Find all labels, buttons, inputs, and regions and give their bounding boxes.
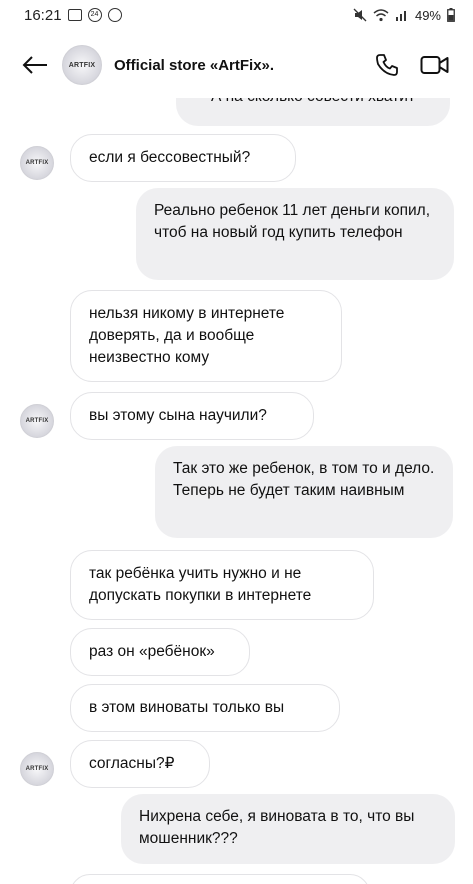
- status-bar: 16:21 24 49%: [0, 0, 473, 30]
- avatar-logo-text: ARTFIX: [68, 61, 96, 69]
- message-bubble-incoming[interactable]: раз он «ребёнок»: [70, 628, 250, 676]
- notification-badge-icon: 24: [87, 8, 102, 22]
- chat-title[interactable]: Official store «ArtFix».: [114, 57, 367, 74]
- message-bubble-incoming-partial[interactable]: [70, 874, 370, 884]
- sender-avatar[interactable]: ARTFIX: [20, 752, 54, 786]
- battery-percent: 49%: [414, 7, 441, 23]
- status-right: 49%: [353, 8, 455, 23]
- avatar-logo-text: ARTFIX: [25, 418, 49, 424]
- sender-avatar[interactable]: ARTFIX: [20, 146, 54, 180]
- message-bubble-incoming[interactable]: в этом виноваты только вы: [70, 684, 340, 732]
- signal-icon: [395, 11, 406, 21]
- chat-thread[interactable]: А на сколько совести хватит ARTFIX если …: [0, 98, 473, 884]
- avatar-logo-text: ARTFIX: [25, 160, 49, 166]
- avatar-logo-text: ARTFIX: [25, 766, 49, 772]
- sender-avatar[interactable]: ARTFIX: [20, 404, 54, 438]
- message-bubble-outgoing[interactable]: Реально ребенок 11 лет деньги копил, что…: [136, 188, 454, 280]
- back-button[interactable]: [18, 48, 52, 82]
- message-bubble-outgoing[interactable]: А на сколько совести хватит: [176, 98, 450, 126]
- mute-icon: [353, 8, 367, 22]
- chat-header: ARTFIX Official store «ArtFix».: [0, 32, 473, 98]
- video-call-button[interactable]: [415, 45, 455, 85]
- video-icon: [420, 56, 449, 74]
- message-bubble-outgoing[interactable]: Нихрена себе, я виновата в то, что вы мо…: [121, 794, 455, 864]
- call-button[interactable]: [367, 45, 407, 85]
- phone-icon: [376, 54, 398, 76]
- status-time: 16:21: [24, 6, 62, 24]
- whatsapp-icon: [107, 8, 122, 22]
- status-left: 16:21 24: [24, 7, 122, 24]
- gallery-icon: [67, 9, 82, 21]
- message-bubble-incoming[interactable]: так ребёнка учить нужно и не допускать п…: [70, 550, 374, 620]
- message-bubble-incoming[interactable]: вы этому сына научили?: [70, 392, 314, 440]
- message-bubble-incoming[interactable]: если я бессовестный?: [70, 134, 296, 182]
- wifi-icon: [373, 8, 389, 21]
- battery-icon: [447, 8, 455, 22]
- store-avatar[interactable]: ARTFIX: [62, 45, 102, 85]
- message-bubble-outgoing[interactable]: Так это же ребенок, в том то и дело. Теп…: [155, 446, 453, 538]
- message-bubble-incoming[interactable]: согласны?₽: [70, 740, 210, 788]
- message-bubble-incoming[interactable]: нельзя никому в интернете доверять, да и…: [70, 290, 342, 382]
- back-arrow-icon: [22, 56, 47, 74]
